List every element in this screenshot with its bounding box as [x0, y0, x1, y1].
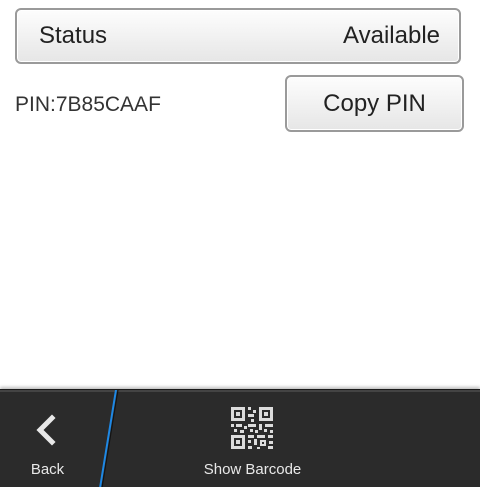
action-bar: Back Show Barcode [0, 389, 480, 487]
action-bar-divider [99, 390, 119, 487]
page: Status Available PIN:7B85CAAF Copy PIN B… [0, 0, 480, 487]
back-label: Back [30, 461, 65, 478]
copy-pin-label: Copy PIN [323, 89, 426, 117]
status-value: Available [343, 22, 440, 49]
chevron-left-icon [36, 414, 56, 446]
status-dropdown[interactable]: Status Available [15, 8, 461, 64]
show-barcode-label: Show Barcode [203, 461, 302, 478]
back-button[interactable]: Back [0, 390, 100, 487]
copy-pin-button[interactable]: Copy PIN [285, 75, 464, 132]
qr-code-icon [231, 407, 273, 449]
status-label: Status [39, 22, 108, 49]
show-barcode-button[interactable]: Show Barcode [180, 390, 325, 487]
pin-text: PIN:7B85CAAF [15, 93, 161, 116]
